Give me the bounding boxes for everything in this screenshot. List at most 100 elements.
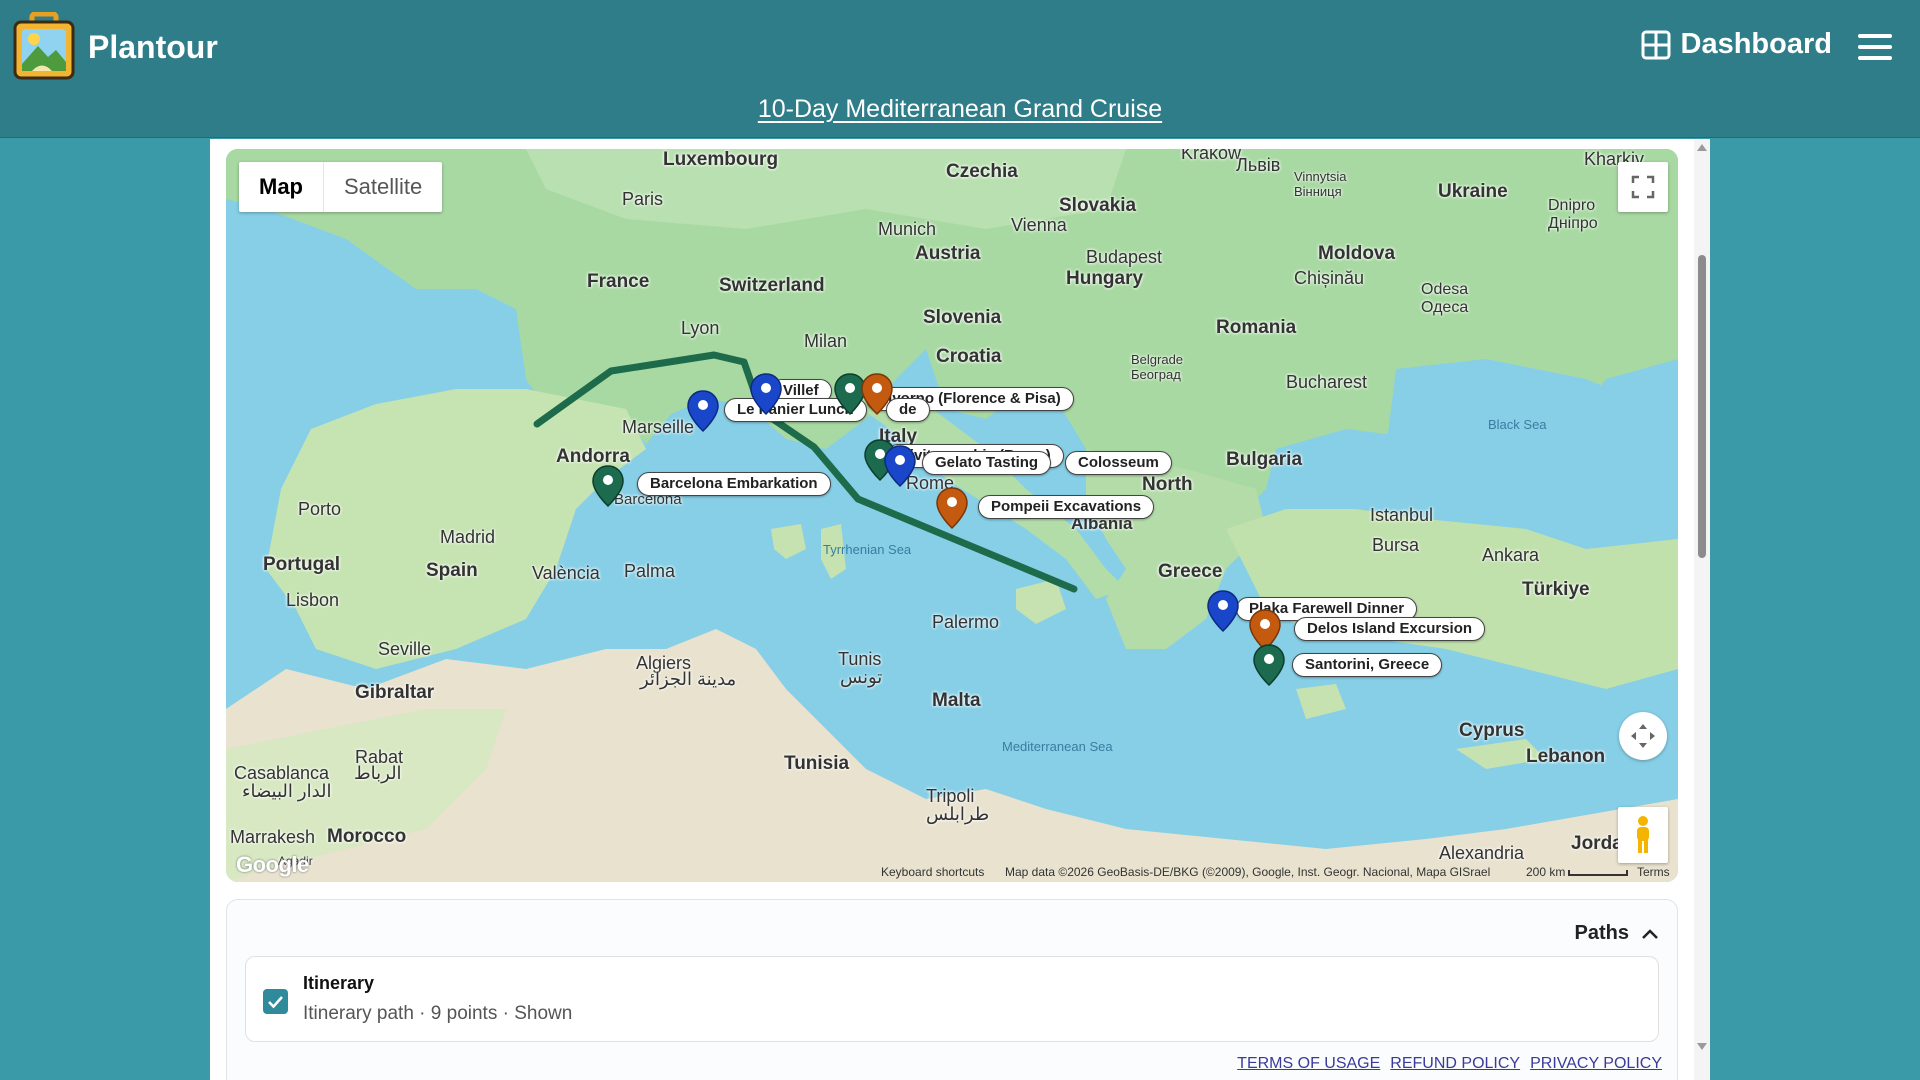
map-type-satellite-button[interactable]: Satellite [324, 162, 442, 212]
place-label: الرباط [354, 763, 402, 783]
content-panel: Luxembourg Czechia Krakow Львів Vinnytsi… [210, 139, 1710, 1080]
marker-label[interactable]: Pompeii Excavations [978, 495, 1155, 519]
place-label: Odesa Одеса [1421, 281, 1469, 316]
map-type-map-button[interactable]: Map [239, 162, 324, 212]
terms-of-usage-link[interactable]: TERMS OF USAGE [1237, 1055, 1380, 1073]
place-label: Vienna [1011, 215, 1067, 235]
place-label: Cyprus [1459, 720, 1525, 741]
dot-pin-icon[interactable] [1207, 590, 1239, 632]
place-label: Slovenia [923, 307, 1002, 328]
place-label: Romania [1216, 317, 1297, 338]
dot-pin-icon[interactable] [884, 445, 916, 487]
marker-label[interactable]: Santorini, Greece [1292, 653, 1443, 677]
keyboard-shortcuts-link[interactable]: Keyboard shortcuts [881, 865, 984, 879]
terms-link[interactable]: Terms [1637, 865, 1670, 879]
place-label: Luxembourg [663, 149, 779, 170]
path-description: Itinerary path · 9 points · Shown [303, 1003, 573, 1024]
place-label: Krakow [1181, 149, 1242, 163]
refund-policy-link[interactable]: REFUND POLICY [1390, 1055, 1520, 1073]
place-label: Bursa [1372, 535, 1420, 555]
place-label: Czechia [946, 161, 1018, 182]
dot-pin-icon[interactable] [936, 487, 968, 529]
place-label: Türkiye [1522, 579, 1590, 600]
footer-links: TERMS OF USAGE REFUND POLICY PRIVACY POL… [1237, 1055, 1662, 1073]
place-label: Hungary [1066, 268, 1144, 289]
pegman-icon [1637, 816, 1649, 853]
place-label: Lisbon [286, 590, 340, 610]
check-icon [268, 996, 283, 1009]
scale-bar [1568, 870, 1628, 876]
place-label: Marseille [622, 417, 695, 437]
brand[interactable]: Plantour [12, 12, 218, 82]
place-label: Malta [932, 690, 981, 711]
place-label: North [1142, 474, 1193, 495]
place-label: Alexandria [1439, 843, 1525, 863]
paths-heading: Paths [1574, 922, 1629, 944]
fullscreen-button[interactable] [1618, 162, 1668, 212]
place-label: Austria [915, 243, 981, 264]
dot-pin-icon[interactable] [861, 373, 893, 415]
app-header: Plantour Dashboard 10-Day Mediterranean … [0, 0, 1920, 138]
place-label: France [587, 271, 650, 292]
place-label: Bulgaria [1226, 449, 1303, 470]
place-label: Vinnytsia Вінниця [1294, 169, 1347, 199]
marker-label[interactable]: Gelato Tasting [922, 451, 1052, 475]
scroll-down-arrow-icon[interactable] [1697, 1043, 1707, 1050]
place-label: تونس [840, 667, 883, 687]
brand-name: Plantour [88, 28, 218, 65]
dot-pin-icon[interactable] [592, 465, 624, 507]
scroll-up-arrow-icon[interactable] [1697, 144, 1707, 151]
place-label: Budapest [1086, 247, 1163, 267]
place-label: Slovakia [1059, 195, 1137, 216]
place-label: Palermo [932, 612, 1000, 632]
marker-label[interactable]: Barcelona Embarkation [637, 472, 831, 496]
place-label: Tyrrhenian Sea [823, 542, 912, 557]
dashboard-label: Dashboard [1680, 28, 1832, 60]
map-view[interactable]: Luxembourg Czechia Krakow Львів Vinnytsi… [226, 149, 1678, 882]
place-label: Black Sea [1488, 417, 1547, 432]
map-attribution: Keyboard shortcuts Map data ©2026 GeoBas… [226, 862, 1678, 882]
trip-title[interactable]: 10-Day Mediterranean Grand Cruise [0, 95, 1920, 124]
dot-pin-icon[interactable] [1253, 644, 1285, 686]
street-view-pegman[interactable] [1618, 807, 1668, 863]
marker-label[interactable]: Colosseum [1065, 451, 1172, 475]
place-label: Croatia [936, 346, 1002, 367]
map-type-control: Map Satellite [239, 162, 443, 212]
place-label: Palma [624, 561, 676, 581]
place-label: Ukraine [1438, 181, 1508, 202]
place-label: Lyon [681, 318, 720, 338]
place-label: Marrakesh [230, 827, 316, 847]
camera-control-button[interactable] [1619, 712, 1667, 760]
place-label: طرابلس [926, 804, 990, 824]
dashboard-link[interactable]: Dashboard [1641, 28, 1832, 61]
place-label: Seville [378, 639, 432, 659]
place-label: Jorda [1571, 833, 1623, 854]
place-label: Morocco [327, 826, 407, 847]
place-label: مدينة الجزائر [640, 669, 737, 689]
place-label: Munich [878, 219, 937, 239]
place-label: Portugal [263, 554, 341, 575]
marker-label[interactable]: Delos Island Excursion [1294, 617, 1486, 641]
scroll-thumb[interactable] [1698, 255, 1706, 558]
paths-toggle[interactable]: Paths [1575, 922, 1659, 945]
fullscreen-icon [1631, 175, 1655, 199]
dot-pin-icon[interactable] [687, 390, 719, 432]
dot-pin-icon[interactable] [750, 373, 782, 415]
place-label: Dnipro Дніпро [1548, 197, 1598, 232]
path-item[interactable]: Itinerary Itinerary path · 9 points · Sh… [245, 956, 1659, 1042]
hamburger-menu-icon[interactable] [1858, 34, 1892, 60]
scrollbar[interactable] [1694, 139, 1710, 1080]
place-label: Madrid [440, 527, 496, 547]
place-label: Tunisia [784, 753, 850, 774]
privacy-policy-link[interactable]: PRIVACY POLICY [1530, 1055, 1662, 1073]
path-name: Itinerary [303, 973, 375, 993]
place-label: Bucharest [1286, 372, 1368, 392]
paths-section: Paths Itinerary Itinerary path · 9 point… [226, 899, 1678, 1080]
path-visible-checkbox[interactable] [263, 989, 288, 1014]
place-label: Paris [622, 189, 664, 209]
place-label: València [532, 563, 600, 583]
place-label: Lebanon [1526, 746, 1606, 767]
place-label: Greece [1158, 561, 1223, 582]
place-label: Istanbul [1370, 505, 1434, 525]
scale-label[interactable]: 200 km [1526, 865, 1565, 879]
